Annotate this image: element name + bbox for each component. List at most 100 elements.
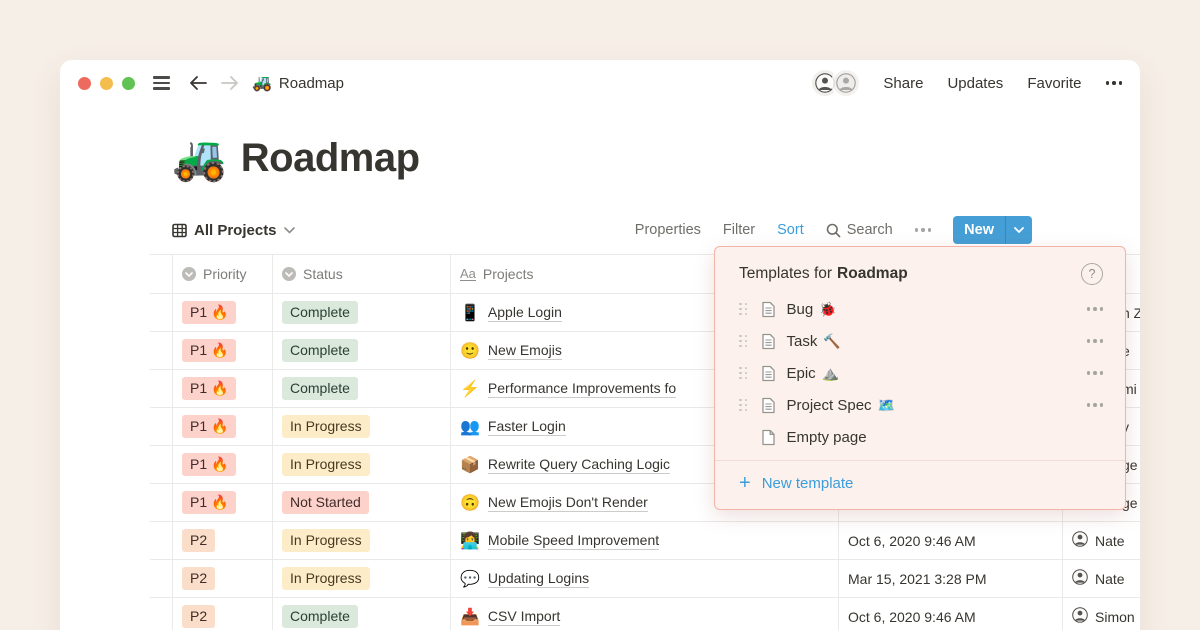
status-cell[interactable]: Complete xyxy=(272,370,450,407)
date-value: Mar 15, 2021 3:28 PM xyxy=(848,570,987,587)
status-cell[interactable]: Complete xyxy=(272,598,450,630)
header-status[interactable]: Status xyxy=(272,255,450,293)
item-menu-button[interactable] xyxy=(1086,371,1103,375)
project-page-link[interactable]: New Emojis xyxy=(487,342,562,360)
status-cell[interactable]: Not Started xyxy=(272,484,450,521)
status-cell[interactable]: In Progress xyxy=(272,408,450,445)
help-icon[interactable]: ? xyxy=(1081,263,1103,285)
person-cell[interactable]: Simon xyxy=(1062,598,1140,630)
doc-emoji: 🚜 xyxy=(252,75,272,92)
priority-cell[interactable]: P1 🔥 xyxy=(172,370,272,407)
select-field-icon xyxy=(282,267,296,281)
priority-cell[interactable]: P1 🔥 xyxy=(172,484,272,521)
search-button[interactable]: Search xyxy=(826,222,893,238)
project-page-link[interactable]: New Emojis Don't Render xyxy=(487,494,648,512)
project-page-link[interactable]: Mobile Speed Improvement xyxy=(487,532,660,550)
minimize-window-button[interactable] xyxy=(100,76,113,90)
hamburger-icon[interactable] xyxy=(153,76,170,90)
project-page-link[interactable]: Faster Login xyxy=(487,418,566,436)
forward-arrow-icon[interactable] xyxy=(220,75,240,91)
status-pill: In Progress xyxy=(282,567,370,590)
template-item[interactable]: Project Spec 🗺️ xyxy=(715,389,1125,421)
priority-cell[interactable]: P2 xyxy=(172,560,272,597)
project-page-link[interactable]: Updating Logins xyxy=(487,570,590,588)
priority-cell[interactable]: P2 xyxy=(172,598,272,630)
item-menu-button[interactable] xyxy=(1086,403,1103,407)
priority-cell[interactable]: P1 🔥 xyxy=(172,446,272,483)
status-cell[interactable]: In Progress xyxy=(272,446,450,483)
templates-popup: Templates for Roadmap ? Bug 🐞 Task 🔨 Epic ⛰️ P… xyxy=(714,246,1126,510)
view-label: All Projects xyxy=(194,221,277,239)
project-cell[interactable]: 👩‍💻 Mobile Speed Improvement xyxy=(450,522,838,559)
zoom-window-button[interactable] xyxy=(122,76,135,90)
row-gutter xyxy=(150,408,172,445)
row-gutter xyxy=(150,598,172,630)
person-cell[interactable]: Nate xyxy=(1062,560,1140,597)
person-cell[interactable]: Nate xyxy=(1062,522,1140,559)
new-button[interactable]: New xyxy=(953,216,1032,244)
priority-cell[interactable]: P1 🔥 xyxy=(172,294,272,331)
close-window-button[interactable] xyxy=(78,76,91,90)
project-cell[interactable]: 💬 Updating Logins xyxy=(450,560,838,597)
window-topbar: 🚜 Roadmap Share Updates Favorite xyxy=(60,60,1140,106)
template-item[interactable]: Epic ⛰️ xyxy=(715,357,1125,389)
row-gutter xyxy=(150,255,172,293)
view-more-icon[interactable] xyxy=(914,228,932,232)
project-page-link[interactable]: Performance Improvements fo xyxy=(487,380,677,398)
updates-button[interactable]: Updates xyxy=(947,75,1003,92)
project-page-link[interactable]: Apple Login xyxy=(487,304,562,322)
properties-button[interactable]: Properties xyxy=(635,222,701,238)
item-menu-button[interactable] xyxy=(1086,339,1103,343)
priority-pill: P2 xyxy=(182,605,216,628)
sort-button[interactable]: Sort xyxy=(777,222,804,238)
drag-handle-icon[interactable] xyxy=(739,334,748,348)
priority-cell[interactable]: P1 🔥 xyxy=(172,332,272,369)
view-switcher[interactable]: All Projects xyxy=(172,222,295,239)
template-item[interactable]: Empty page xyxy=(715,421,1125,453)
project-page-emoji: 🙃 xyxy=(460,494,480,512)
status-cell[interactable]: Complete xyxy=(272,294,450,331)
status-pill: Complete xyxy=(282,301,358,324)
traffic-lights xyxy=(78,76,135,90)
empty-page-icon xyxy=(761,429,776,446)
date-cell[interactable]: Mar 15, 2021 3:28 PM xyxy=(838,560,1062,597)
template-emoji: 🐞 xyxy=(819,300,837,317)
back-arrow-icon[interactable] xyxy=(188,75,208,91)
page-emoji[interactable]: 🚜 xyxy=(172,136,227,181)
item-menu-button[interactable] xyxy=(1086,307,1103,311)
status-pill: In Progress xyxy=(282,529,370,552)
header-priority[interactable]: Priority xyxy=(172,255,272,293)
drag-handle-icon[interactable] xyxy=(739,398,748,412)
share-button[interactable]: Share xyxy=(883,75,923,92)
template-item[interactable]: Bug 🐞 xyxy=(715,293,1125,325)
favorite-button[interactable]: Favorite xyxy=(1027,75,1081,92)
project-page-link[interactable]: CSV Import xyxy=(487,608,561,626)
new-template-button[interactable]: + New template xyxy=(715,460,1125,505)
template-label: Bug xyxy=(786,300,814,318)
new-button-label[interactable]: New xyxy=(953,216,1005,244)
popup-title-name: Roadmap xyxy=(837,265,908,282)
marketing-background: 🚜 Roadmap Share Updates Favorite 🚜 Roadm… xyxy=(0,0,1200,630)
more-icon[interactable] xyxy=(1105,81,1122,85)
priority-pill: P1 🔥 xyxy=(182,491,237,514)
priority-cell[interactable]: P2 xyxy=(172,522,272,559)
status-cell[interactable]: In Progress xyxy=(272,522,450,559)
template-label: Task xyxy=(786,332,818,350)
breadcrumb[interactable]: 🚜 Roadmap xyxy=(252,73,344,93)
header-status-label: Status xyxy=(303,266,343,282)
project-cell[interactable]: 📥 CSV Import xyxy=(450,598,838,630)
filter-button[interactable]: Filter xyxy=(723,222,755,238)
project-page-link[interactable]: Rewrite Query Caching Logic xyxy=(487,456,671,474)
date-cell[interactable]: Oct 6, 2020 9:46 AM xyxy=(838,522,1062,559)
new-dropdown-caret[interactable] xyxy=(1005,216,1032,244)
status-cell[interactable]: In Progress xyxy=(272,560,450,597)
template-item[interactable]: Task 🔨 xyxy=(715,325,1125,357)
priority-pill: P1 🔥 xyxy=(182,377,237,400)
avatar-group[interactable] xyxy=(810,68,862,98)
status-cell[interactable]: Complete xyxy=(272,332,450,369)
project-page-emoji: 💬 xyxy=(460,570,480,588)
date-cell[interactable]: Oct 6, 2020 9:46 AM xyxy=(838,598,1062,630)
drag-handle-icon[interactable] xyxy=(739,366,748,380)
drag-handle-icon[interactable] xyxy=(739,302,748,316)
priority-cell[interactable]: P1 🔥 xyxy=(172,408,272,445)
